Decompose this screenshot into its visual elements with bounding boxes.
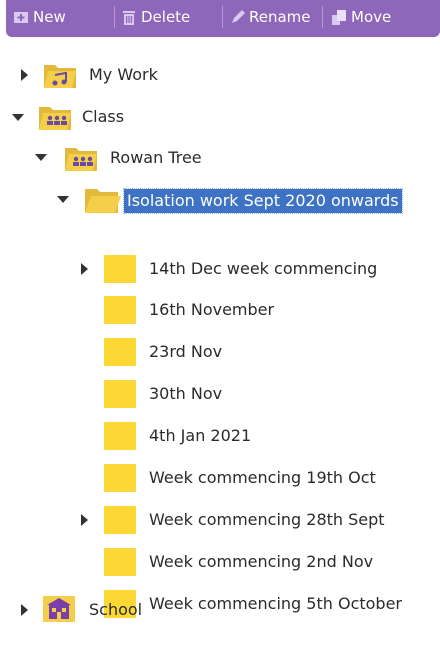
expand-arrow-icon[interactable] xyxy=(21,69,28,81)
tree-item-folder[interactable]: Week commencing 28th Sept xyxy=(0,501,440,541)
tree-item-label: Rowan Tree xyxy=(110,148,202,167)
tree-item-label: 14th Dec week commencing xyxy=(149,259,378,278)
tree-item-folder[interactable]: 14th Dec week commencing xyxy=(0,250,440,290)
collapse-arrow-icon[interactable] xyxy=(12,114,24,121)
folder-icon xyxy=(104,255,136,283)
folder-class-icon xyxy=(64,144,98,176)
tree-item-label: 23rd Nov xyxy=(149,342,223,361)
expand-arrow-icon[interactable] xyxy=(21,604,28,616)
tree-item-folder[interactable]: Week commencing 19th Oct xyxy=(0,459,440,499)
tree-item-folder[interactable]: 30th Nov xyxy=(0,375,440,415)
expand-arrow-icon[interactable] xyxy=(81,263,88,275)
tree-item-label: My Work xyxy=(89,65,158,84)
tree-item-school[interactable]: School xyxy=(0,590,440,630)
folder-icon xyxy=(104,548,136,576)
folder-music-icon xyxy=(43,61,77,93)
folder-icon xyxy=(104,422,136,450)
tree-item-label: Week commencing 2nd Nov xyxy=(149,552,374,571)
tree-item-folder[interactable]: Week commencing 2nd Nov xyxy=(0,543,440,583)
tree-item-label: Isolation work Sept 2020 onwards xyxy=(123,188,403,214)
tree-item-my-work[interactable]: My Work xyxy=(0,55,440,95)
tree-item-label: School xyxy=(89,600,143,619)
folder-icon xyxy=(104,380,136,408)
tree-item-folder[interactable]: 16th November xyxy=(0,291,440,331)
tree-item-label: Week commencing 28th Sept xyxy=(149,510,385,529)
tree-item-label: 30th Nov xyxy=(149,384,223,403)
tree-item-rowan-tree[interactable]: Rowan Tree xyxy=(0,139,440,179)
expand-arrow-icon[interactable] xyxy=(81,514,88,526)
school-icon xyxy=(43,596,75,626)
tree-item-class[interactable]: Class xyxy=(0,97,440,137)
folder-class-icon xyxy=(38,103,72,135)
tree-item-label: Class xyxy=(82,107,125,126)
collapse-arrow-icon[interactable] xyxy=(57,196,69,203)
folder-tree: My Work Class Rowan Tree Isolation work … xyxy=(0,0,440,646)
tree-item-label: Week commencing 19th Oct xyxy=(149,468,376,487)
tree-item-label: 4th Jan 2021 xyxy=(149,426,252,445)
tree-item-label: 16th November xyxy=(149,300,275,319)
collapse-arrow-icon[interactable] xyxy=(35,154,47,161)
folder-icon xyxy=(104,296,136,324)
tree-item-folder[interactable]: 4th Jan 2021 xyxy=(0,417,440,457)
tree-item-isolation-work[interactable]: Isolation work Sept 2020 onwards xyxy=(0,181,440,221)
folder-icon xyxy=(104,464,136,492)
folder-open-icon xyxy=(84,185,122,219)
tree-item-folder[interactable]: 23rd Nov xyxy=(0,333,440,373)
folder-icon xyxy=(104,338,136,366)
folder-icon xyxy=(104,506,136,534)
